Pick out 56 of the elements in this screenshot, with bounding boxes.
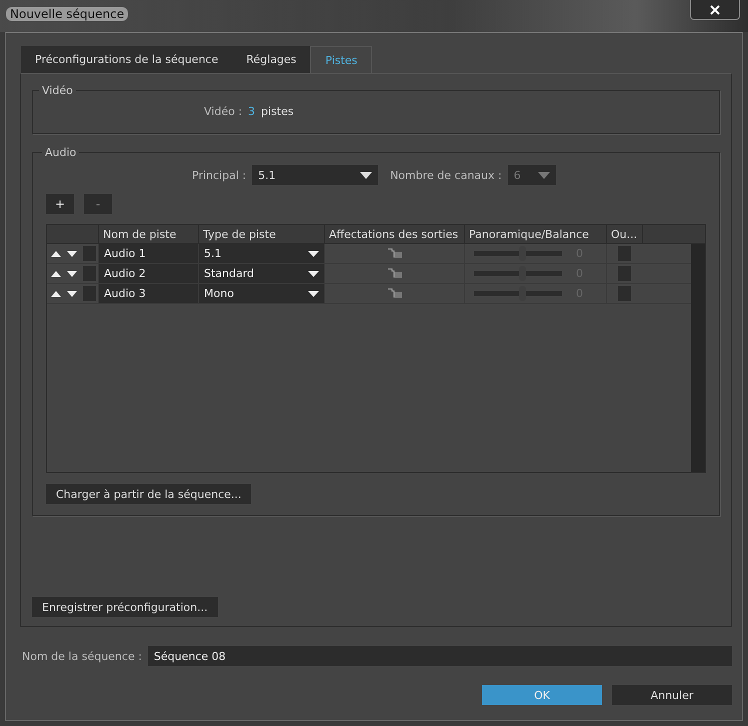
column-header: Panoramique/Balance [464, 225, 606, 243]
video-unit: pistes [261, 105, 294, 118]
close-button[interactable] [690, 0, 740, 20]
routing-icon[interactable] [388, 248, 402, 259]
caret-icon [308, 270, 319, 276]
track-type-dropdown[interactable]: Mono [198, 284, 324, 303]
cancel-button[interactable]: Annuler [612, 685, 732, 705]
checkbox[interactable] [618, 286, 631, 301]
slider-thumb[interactable] [519, 266, 526, 281]
track-name-cell[interactable]: Audio 1 [98, 244, 198, 263]
checkbox[interactable] [618, 266, 631, 281]
sequence-name-field[interactable]: Séquence 08 [148, 646, 732, 666]
tab[interactable]: Préconfigurations de la séquence [21, 46, 232, 73]
close-icon [710, 4, 720, 14]
down-arrow-icon[interactable] [67, 250, 77, 256]
group-legend: Vidéo [39, 84, 76, 97]
save-preset-button[interactable]: Enregistrer préconfiguration... [32, 597, 218, 617]
slider-thumb[interactable] [519, 246, 526, 261]
video-track-count[interactable]: 3 [248, 105, 256, 118]
up-arrow-icon[interactable] [51, 270, 61, 276]
sequence-name-label: Nom de la séquence : [22, 650, 142, 662]
track-type-dropdown[interactable]: Standard [198, 264, 324, 283]
caret-icon [308, 250, 319, 256]
track-name-cell[interactable]: Audio 2 [98, 264, 198, 283]
master-dropdown[interactable]: 5.1 [252, 165, 378, 185]
video-label: Vidéo : [204, 105, 242, 118]
remove-button[interactable]: - [84, 194, 112, 214]
master-label: Principal : [192, 168, 246, 182]
up-arrow-icon[interactable] [51, 250, 61, 256]
group-legend: Audio [42, 146, 80, 159]
add-button[interactable]: + [46, 194, 74, 214]
routing-icon[interactable] [388, 288, 402, 299]
down-arrow-icon[interactable] [67, 290, 77, 296]
channels-label: Nombre de canaux : [390, 168, 502, 182]
caret-icon [308, 290, 319, 296]
caret-icon [360, 172, 372, 178]
column-header: Affectations des sorties [324, 225, 464, 243]
track-name-cell[interactable]: Audio 3 [98, 284, 198, 303]
tab[interactable]: Pistes [310, 46, 372, 73]
caret-icon [538, 172, 550, 178]
up-arrow-icon[interactable] [51, 290, 61, 296]
column-header: Type de piste [198, 225, 324, 243]
checkbox[interactable] [83, 246, 96, 261]
tab[interactable]: Réglages [232, 46, 310, 73]
column-header: Ou... [606, 225, 642, 243]
checkbox[interactable] [618, 246, 631, 261]
down-arrow-icon[interactable] [67, 270, 77, 276]
checkbox[interactable] [83, 286, 96, 301]
track-type-dropdown[interactable]: 5.1 [198, 244, 324, 263]
load-from-sequence-button[interactable]: Charger à partir de la séquence... [46, 484, 252, 504]
slider-thumb[interactable] [519, 286, 526, 301]
checkbox[interactable] [83, 266, 96, 281]
scrollbar[interactable] [691, 244, 705, 472]
column-header: Nom de piste [98, 225, 198, 243]
window-title: Nouvelle séquence [6, 7, 128, 21]
routing-icon[interactable] [388, 268, 402, 279]
